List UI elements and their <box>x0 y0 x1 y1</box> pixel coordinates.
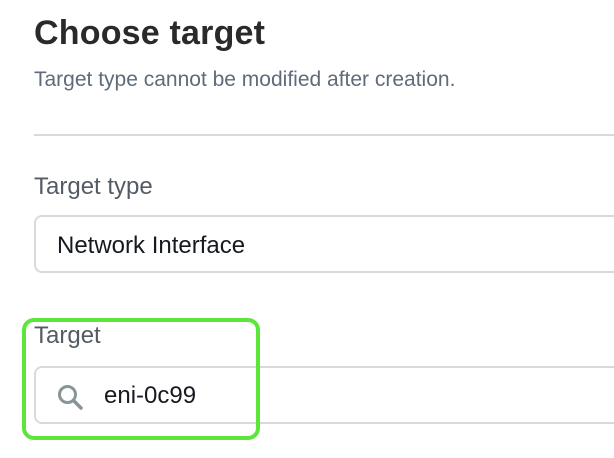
target-type-selected-value: Network Interface <box>57 232 246 259</box>
section-title: Choose target <box>34 14 266 52</box>
target-type-select[interactable]: Network Interface <box>34 215 614 273</box>
search-icon <box>58 385 83 410</box>
section-description: Target type cannot be modified after cre… <box>34 68 456 91</box>
target-search-field[interactable] <box>34 366 614 424</box>
choose-target-panel: Choose target Target type cannot be modi… <box>0 0 614 458</box>
target-label: Target <box>34 322 101 349</box>
target-search-input[interactable] <box>104 379 504 413</box>
target-type-label: Target type <box>34 173 153 200</box>
divider <box>34 134 614 136</box>
